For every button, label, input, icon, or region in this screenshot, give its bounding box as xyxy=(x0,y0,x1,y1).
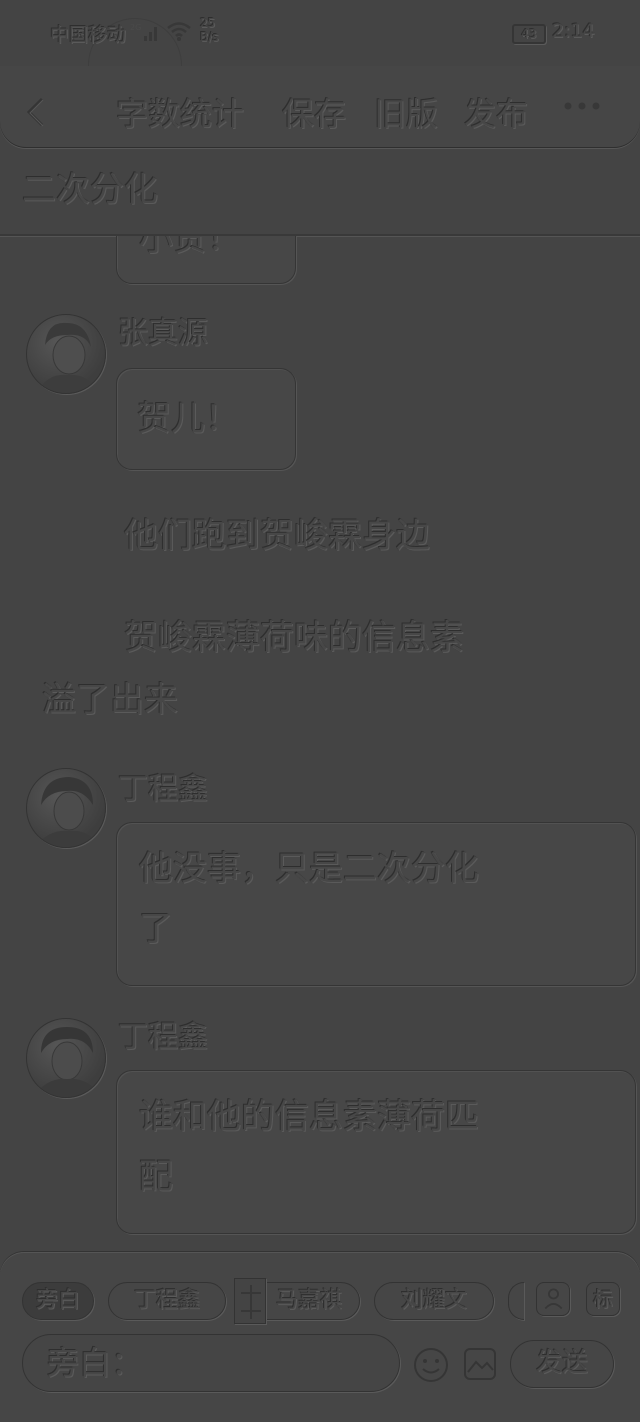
speaker-name: 张真源 xyxy=(118,316,208,351)
message-input[interactable]: 旁白： xyxy=(22,1334,400,1392)
role-chip-ding[interactable]: 丁程鑫 xyxy=(108,1282,226,1320)
narration-text-continued[interactable]: 溢了出来 xyxy=(42,674,178,726)
speed-unit: B/s xyxy=(200,30,219,44)
wifi-icon xyxy=(167,22,191,41)
word-count-button[interactable]: 字数统计 xyxy=(116,94,244,134)
avatar[interactable] xyxy=(26,1018,106,1098)
battery-icon: 43 xyxy=(512,24,546,44)
top-toolbar: 字数统计 保存 旧版 发布 xyxy=(0,66,640,148)
insert-cursor-icon xyxy=(234,1278,266,1324)
narration-text[interactable]: 他们跑到贺峻霖身边 xyxy=(124,510,430,562)
message-text-continued: 了 xyxy=(139,909,173,949)
message-bubble[interactable]: 谁和他的信息素薄荷匹 配 xyxy=(116,1070,636,1234)
role-chip-narrator[interactable]: 旁白 xyxy=(22,1282,94,1320)
status-bar: 中国移动 2G 25 B/s 43 2:14 xyxy=(0,0,640,112)
message-text-continued: 配 xyxy=(139,1157,173,1197)
network-speed: 25 B/s xyxy=(200,16,219,44)
character-manage-icon[interactable] xyxy=(536,1282,570,1316)
message-bubble[interactable]: 他没事，只是二次分化 了 xyxy=(116,822,636,986)
message-text: 小贺！ xyxy=(139,236,241,259)
message-text: 贺儿！ xyxy=(137,399,239,439)
save-button[interactable]: 保存 xyxy=(282,94,346,134)
send-button[interactable]: 发送 xyxy=(510,1340,614,1388)
message-bubble[interactable]: 小贺！ xyxy=(116,236,296,284)
role-selector: 旁白 丁程鑫 马嘉祺 刘耀文 标 xyxy=(0,1278,640,1324)
user-avatar-icon xyxy=(33,1027,101,1097)
chat-content: 小贺！ 张真源 贺儿！ 他们跑到贺峻霖身边 贺峻霖薄荷味的信息素 溢了出来 丁程… xyxy=(0,236,640,1252)
image-icon[interactable] xyxy=(462,1346,498,1382)
battery-level: 43 xyxy=(521,27,537,41)
tag-button[interactable]: 标 xyxy=(586,1282,620,1316)
clock: 2:14 xyxy=(552,20,595,42)
avatar[interactable] xyxy=(26,314,106,394)
user-avatar-icon xyxy=(37,322,97,393)
role-chip-overflow[interactable] xyxy=(508,1282,524,1320)
role-chip-liu[interactable]: 刘耀文 xyxy=(374,1282,494,1320)
back-arrow-icon[interactable] xyxy=(24,96,46,128)
old-version-button[interactable]: 旧版 xyxy=(374,94,438,134)
message-bubble[interactable]: 贺儿！ xyxy=(116,368,296,470)
speaker-name: 丁程鑫 xyxy=(118,1020,208,1055)
emoji-icon[interactable] xyxy=(412,1346,450,1384)
chapter-title[interactable]: 二次分化 xyxy=(22,168,158,212)
publish-button[interactable]: 发布 xyxy=(464,94,528,134)
composer-panel: 旁白 丁程鑫 马嘉祺 刘耀文 标 旁白： 发送 xyxy=(0,1252,640,1422)
user-avatar-icon xyxy=(35,777,99,847)
signal-icon: 2G xyxy=(130,23,157,41)
avatar[interactable] xyxy=(26,768,106,848)
carrier-name: 中国移动 xyxy=(50,24,127,46)
svg-text:2G: 2G xyxy=(130,23,141,32)
narration-text[interactable]: 贺峻霖薄荷味的信息素 xyxy=(124,612,464,664)
message-text: 他没事，只是二次分化 xyxy=(139,849,479,889)
input-placeholder: 旁白： xyxy=(47,1344,144,1382)
speaker-name: 丁程鑫 xyxy=(118,772,208,807)
more-options-icon[interactable] xyxy=(562,100,602,112)
message-text: 谁和他的信息素薄荷匹 xyxy=(139,1097,479,1137)
speed-value: 25 xyxy=(200,16,216,30)
